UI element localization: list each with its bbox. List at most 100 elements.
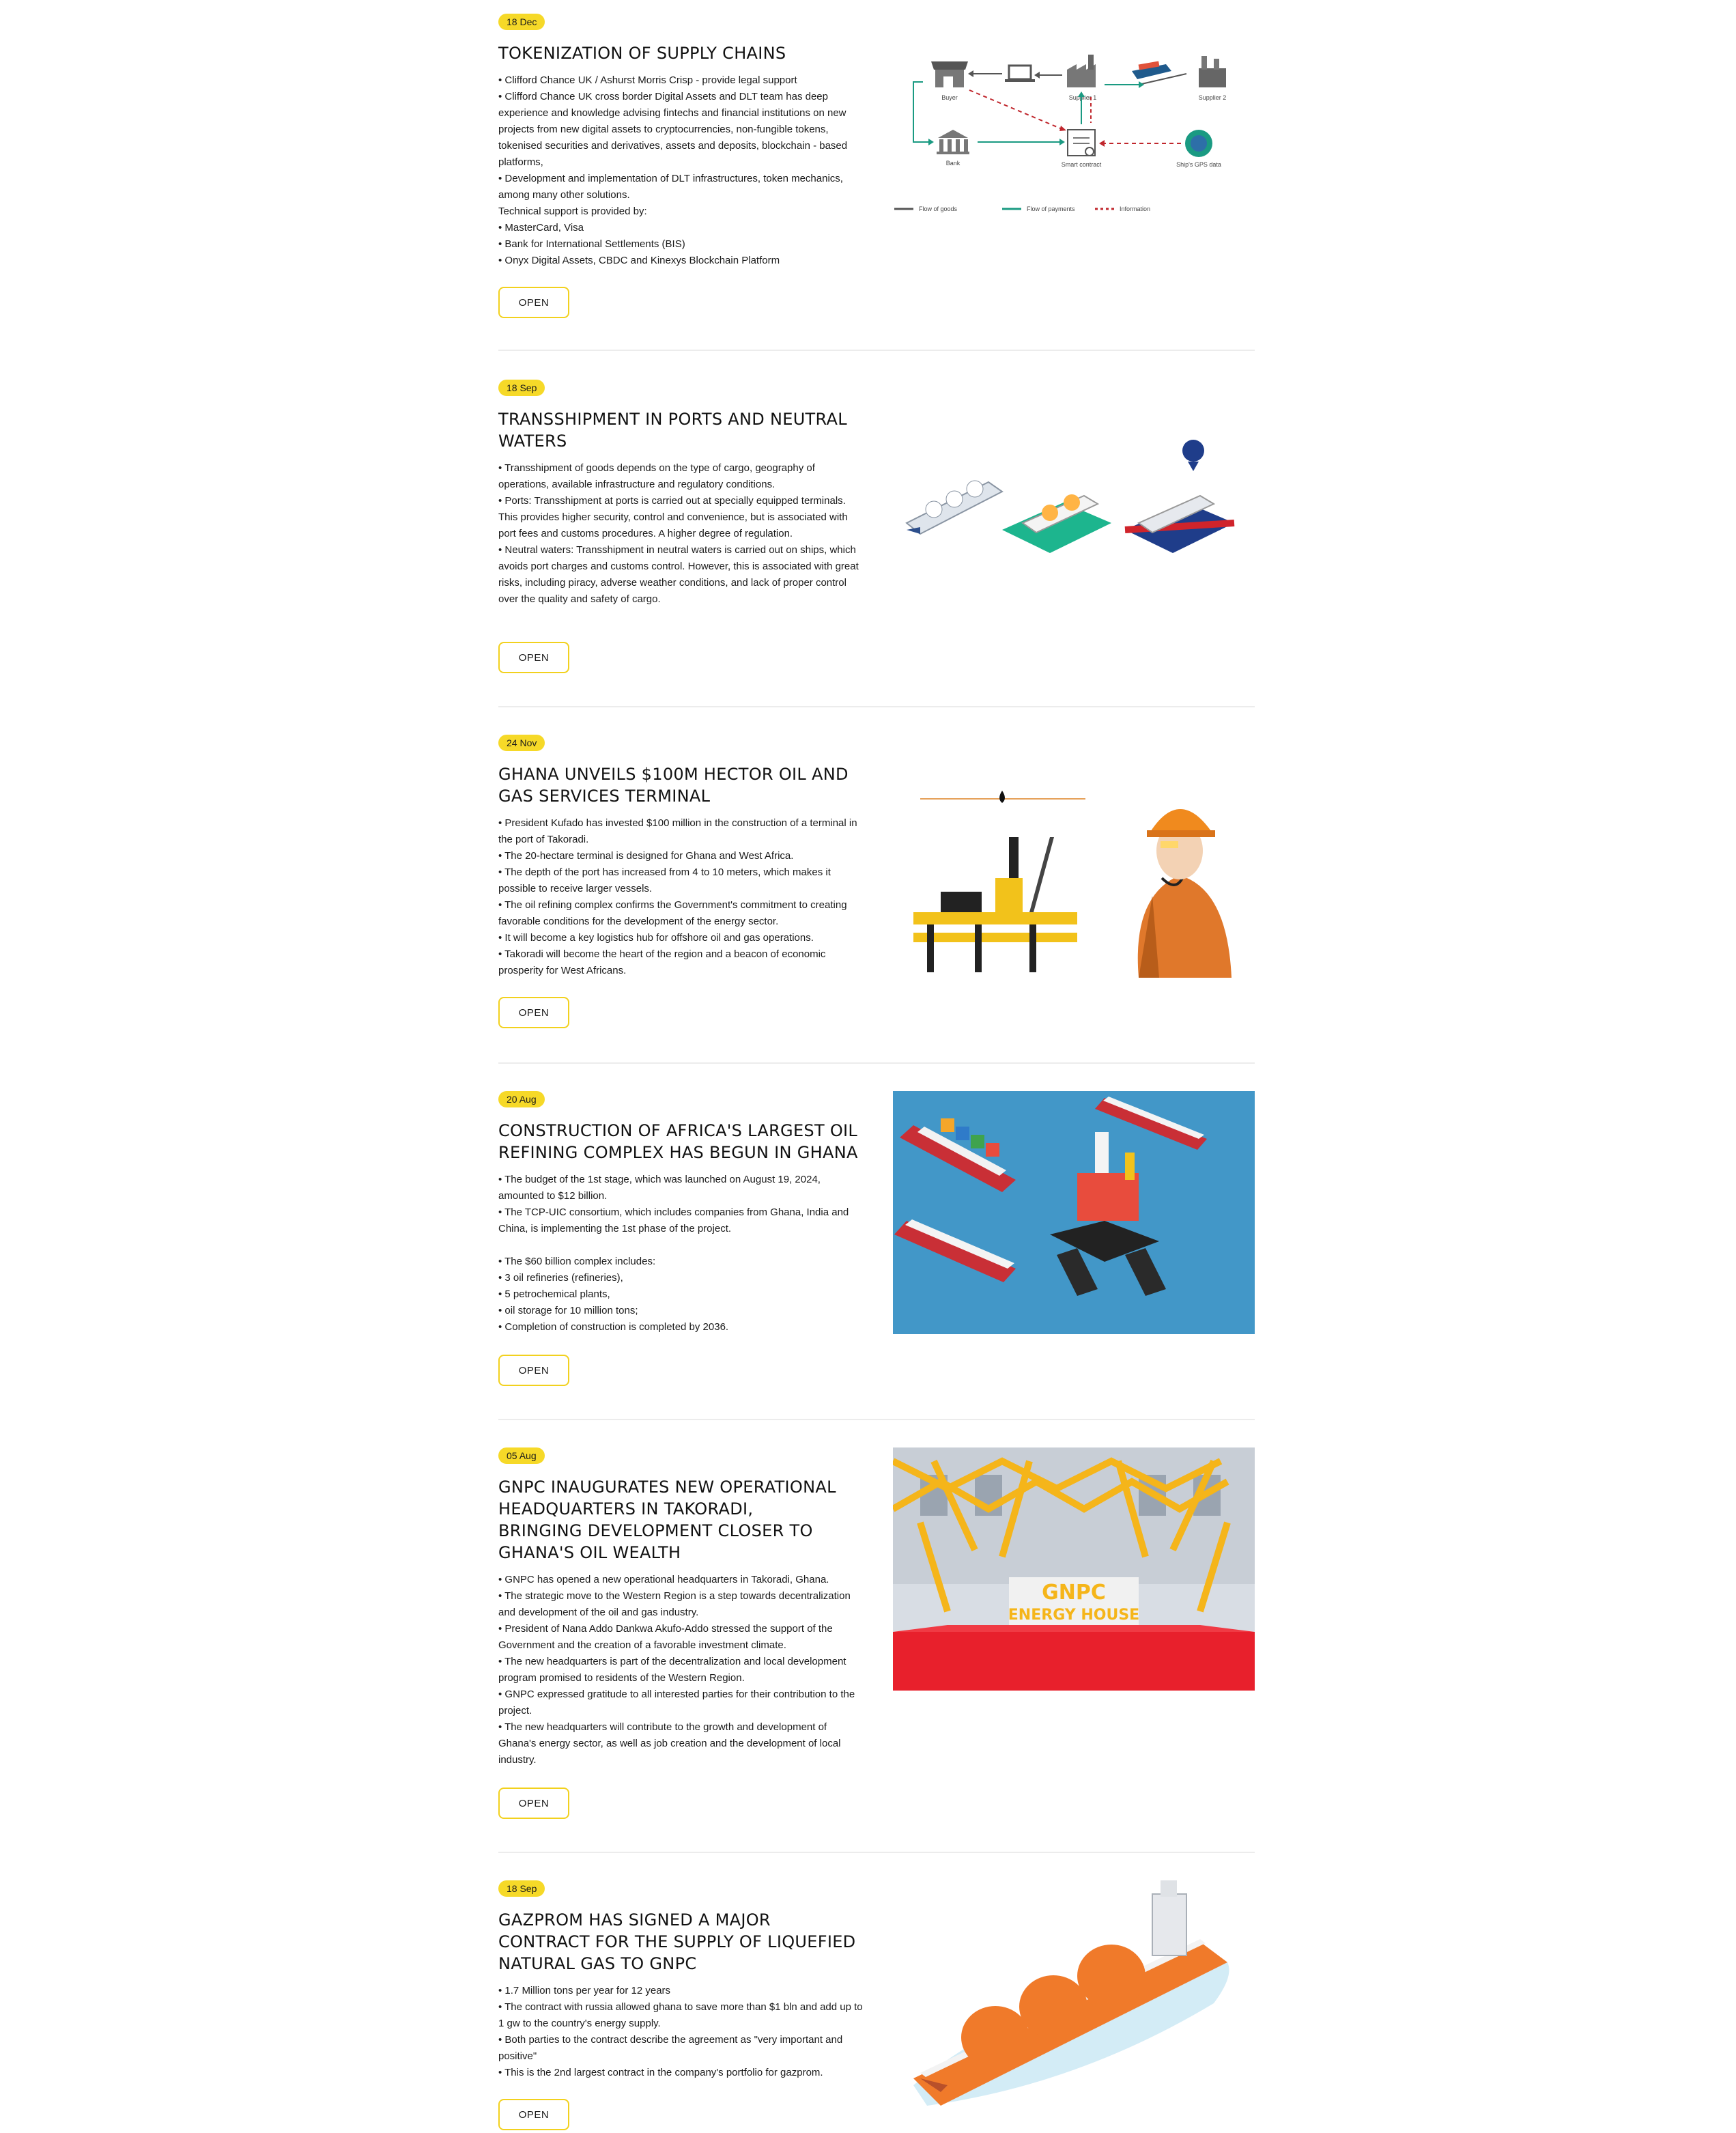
factory-icon — [1067, 55, 1096, 87]
article-divider — [498, 1419, 1255, 1420]
tanker-on-uk-flag-icon — [1124, 440, 1235, 553]
legend-label: Flow of goods — [919, 206, 958, 212]
date-badge: 18 Sep — [498, 380, 545, 396]
news-body: • 1.7 Million tons per year for 12 years… — [498, 1983, 867, 2081]
article-divider — [498, 706, 1255, 707]
date-badge: 20 Aug — [498, 1091, 545, 1107]
news-card: 20 Aug CONSTRUCTION OF AFRICA'S LARGEST … — [498, 1091, 1255, 1392]
news-line: • The TCP-UIC consortium, which includes… — [498, 1206, 849, 1234]
news-line: • Both parties to the contract describe … — [498, 2034, 843, 2062]
news-body: • Transshipment of goods depends on the … — [498, 460, 867, 608]
news-line: • Transshipment of goods depends on the … — [498, 462, 815, 490]
node-label: Ship's GPS data — [1176, 161, 1221, 168]
supply-chain-diagram: Buyer Supplier 1 Supplier 2 Bank Smart c… — [893, 48, 1255, 239]
news-body: • The budget of the 1st stage, which was… — [498, 1172, 867, 1336]
article-divider — [498, 1852, 1255, 1853]
news-body: • GNPC has opened a new operational head… — [498, 1572, 867, 1768]
shop-icon — [931, 61, 968, 87]
article-divider — [498, 1062, 1255, 1064]
news-body: • Clifford Chance UK / Ashurst Morris Cr… — [498, 72, 867, 269]
news-title[interactable]: TRANSSHIPMENT IN PORTS AND NEUTRAL WATER… — [498, 408, 867, 452]
date-badge: 05 Aug — [498, 1447, 545, 1464]
worker-illustration — [1137, 809, 1232, 978]
date-badge: 18 Sep — [498, 1880, 545, 1897]
open-button[interactable]: OPEN — [498, 1355, 569, 1386]
tanker-illustration — [893, 434, 1255, 571]
news-line: • The depth of the port has increased fr… — [498, 866, 831, 894]
node-label: Buyer — [941, 94, 958, 101]
news-line: • Ports: Transshipment at ports is carri… — [498, 495, 848, 539]
node-label: Smart contract — [1062, 161, 1102, 168]
news-title[interactable]: GNPC INAUGURATES NEW OPERATIONAL HEADQUA… — [498, 1476, 840, 1564]
news-line: • oil storage for 10 million tons; — [498, 1305, 638, 1316]
open-button[interactable]: OPEN — [498, 2099, 569, 2130]
open-button[interactable]: OPEN — [498, 1788, 569, 1819]
news-line: • 3 oil refineries (refineries), — [498, 1272, 623, 1284]
news-line: • The new headquarters is part of the de… — [498, 1656, 846, 1684]
legend-label: Information — [1120, 206, 1150, 212]
gnpc-headquarters-photo: GNPC ENERGY HOUSE — [893, 1447, 1255, 1691]
news-card: 18 Sep TRANSSHIPMENT IN PORTS AND NEUTRA… — [498, 380, 1255, 680]
offshore-ships-illustration — [893, 1091, 1255, 1334]
news-line: • Takoradi will become the heart of the … — [498, 948, 826, 976]
news-body: • President Kufado has invested $100 mil… — [498, 815, 867, 979]
lng-tanker-illustration — [893, 1880, 1255, 2126]
gps-globe-icon — [1185, 130, 1212, 157]
news-title[interactable]: GHANA UNVEILS $100M HECTOR OIL AND GAS S… — [498, 763, 867, 807]
news-line: Technical support is provided by: — [498, 206, 647, 217]
news-card: 24 Nov GHANA UNVEILS $100M HECTOR OIL AN… — [498, 735, 1255, 1035]
news-line: • Clifford Chance UK cross border Digita… — [498, 91, 848, 168]
date-badge: 18 Dec — [498, 14, 545, 30]
energy-house-sign-text: ENERGY HOUSE — [1008, 1607, 1139, 1624]
news-line: • GNPC has opened a new operational head… — [498, 1574, 829, 1585]
news-title[interactable]: CONSTRUCTION OF AFRICA'S LARGEST OIL REF… — [498, 1120, 867, 1163]
oil-drop-icon — [999, 791, 1005, 803]
node-label: Supplier 2 — [1199, 94, 1227, 101]
lng-tank-icon — [1019, 1975, 1087, 2038]
news-line: • Development and implementation of DLT … — [498, 173, 843, 201]
news-line: • The oil refining complex confirms the … — [498, 899, 847, 927]
legend-label: Flow of payments — [1027, 206, 1075, 212]
date-badge: 24 Nov — [498, 735, 545, 751]
news-title[interactable]: GAZPROM HAS SIGNED A MAJOR CONTRACT FOR … — [498, 1909, 867, 1975]
oil-platform-icon — [913, 837, 1077, 972]
news-line: • President of Nana Addo Dankwa Akufo-Ad… — [498, 1623, 833, 1651]
news-line: • GNPC expressed gratitude to all intere… — [498, 1689, 855, 1717]
news-line: • MasterCard, Visa — [498, 222, 584, 234]
news-card: 05 Aug GNPC INAUGURATES NEW OPERATIONAL … — [498, 1447, 1255, 1830]
smart-contract-icon — [1067, 129, 1096, 156]
news-line: • 1.7 Million tons per year for 12 years — [498, 1985, 671, 1996]
open-button[interactable]: OPEN — [498, 997, 569, 1028]
lng-tank-icon — [1077, 1945, 1146, 2007]
news-line: • This is the 2nd largest contract in th… — [498, 2067, 823, 2078]
news-line: • The contract with russia allowed ghana… — [498, 2001, 863, 2029]
news-card: 18 Sep GAZPROM HAS SIGNED A MAJOR CONTRA… — [498, 1880, 1255, 2133]
oil-platform-worker-illustration — [893, 735, 1255, 978]
bank-icon — [937, 130, 969, 154]
news-line: • Bank for International Settlements (BI… — [498, 238, 685, 250]
news-card: 18 Dec TOKENIZATION OF SUPPLY CHAINS • C… — [498, 14, 1255, 328]
news-line: • The $60 billion complex includes: — [498, 1256, 656, 1267]
node-label: Bank — [946, 160, 961, 167]
news-line: • The budget of the 1st stage, which was… — [498, 1174, 821, 1202]
news-line: • Neutral waters: Transshipment in neutr… — [498, 544, 859, 605]
news-line: • The strategic move to the Western Regi… — [498, 1590, 851, 1618]
ship-bridge-icon — [1152, 1893, 1187, 1956]
open-button[interactable]: OPEN — [498, 642, 569, 673]
news-line: • 5 petrochemical plants, — [498, 1288, 610, 1300]
lng-tank-icon — [961, 2006, 1029, 2069]
article-divider — [498, 350, 1255, 351]
news-line: • Completion of construction is complete… — [498, 1321, 729, 1333]
news-line — [498, 1237, 867, 1254]
tanker-ship-icon — [905, 480, 1004, 535]
gnpc-sign-text: GNPC — [1042, 1581, 1106, 1605]
news-line: • The new headquarters will contribute t… — [498, 1721, 841, 1766]
open-button[interactable]: OPEN — [498, 287, 569, 318]
news-line: • President Kufado has invested $100 mil… — [498, 817, 857, 845]
news-title[interactable]: TOKENIZATION OF SUPPLY CHAINS — [498, 42, 881, 64]
news-line: • Clifford Chance UK / Ashurst Morris Cr… — [498, 74, 797, 86]
factory-icon — [1199, 56, 1226, 87]
news-line: • It will become a key logistics hub for… — [498, 932, 814, 944]
news-line: • The 20-hectare terminal is designed fo… — [498, 850, 794, 862]
tanker-on-green-base-icon — [1002, 494, 1111, 553]
